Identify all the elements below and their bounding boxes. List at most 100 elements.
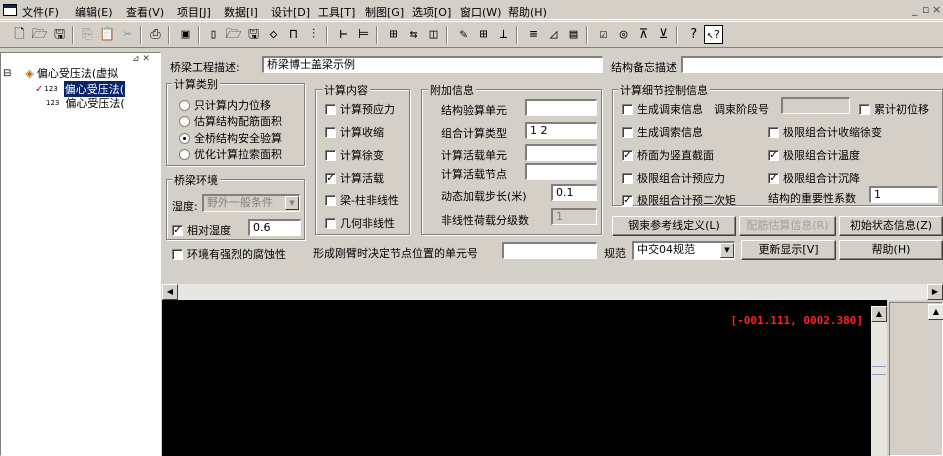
check-gen-cable[interactable]: 生成调索信息	[622, 124, 703, 140]
radio-optimize-cable[interactable]: 优化计算拉索面积	[179, 146, 282, 162]
app-icon[interactable]	[3, 4, 17, 16]
check-limit-shrink[interactable]: 极限组合计收缩徐变	[768, 124, 882, 140]
tool-a-icon[interactable]: ◇	[264, 25, 283, 44]
help-button[interactable]: 帮助(H)	[839, 240, 943, 260]
close-icon[interactable]: ×	[932, 3, 941, 16]
save-data-icon[interactable]: 🖫	[244, 25, 263, 44]
scroll-right-icon[interactable]: ▶	[927, 284, 943, 300]
scroll-left-icon[interactable]: ◀	[162, 284, 178, 300]
check-beam-column-nonlinear[interactable]: 梁-柱非线性	[325, 192, 399, 208]
menu-file[interactable]: 文件(F)	[22, 4, 59, 20]
rigid-arm-node-input[interactable]	[502, 242, 597, 259]
live-load-node-input[interactable]	[525, 163, 597, 180]
struct-icon[interactable]: ⊼	[634, 25, 653, 44]
check-creep[interactable]: 计算徐变	[325, 147, 384, 163]
project-desc-input[interactable]: 桥梁博士盖梁示例	[262, 56, 603, 73]
section-icon[interactable]: ⊨	[354, 25, 373, 44]
tree-item[interactable]: 123 偏心受压法(	[46, 95, 125, 111]
check-geometric-nonlinear[interactable]: 几何非线性	[325, 215, 395, 231]
window-icon[interactable]: ▤	[564, 25, 583, 44]
check-element-input[interactable]	[525, 99, 597, 116]
chart-icon[interactable]: ◿	[544, 25, 563, 44]
check-limit-temp[interactable]: ✓ 极限组合计温度	[768, 147, 860, 163]
load-icon[interactable]: ⊥	[494, 25, 513, 44]
open-data-icon[interactable]: 🗁	[224, 25, 243, 44]
check-vertical-section[interactable]: ✓ 桥面为竖直截面	[622, 147, 714, 163]
check-live-load[interactable]: ✓ 计算活载	[325, 170, 384, 186]
beam-icon[interactable]: ⊢	[334, 25, 353, 44]
importance-input[interactable]: 1	[869, 186, 938, 203]
menu-project[interactable]: 项目[J]	[177, 4, 211, 20]
combo-type-input[interactable]: 1 2	[525, 122, 597, 139]
grid-icon[interactable]: ⊞	[384, 25, 403, 44]
console-scrollbar[interactable]: ▲	[871, 306, 887, 456]
support-icon[interactable]: ⊻	[654, 25, 673, 44]
code-select[interactable]: 中交04规范 ▼	[632, 241, 735, 260]
menu-edit[interactable]: 编辑(E)	[75, 4, 113, 20]
menu-bar: 文件(F) 编辑(E) 查看(V) 项目[J] 数据[I] 设计[D] 工具[T…	[0, 0, 943, 20]
help-icon[interactable]: ?	[684, 25, 703, 44]
relative-humidity-check[interactable]: ✓ 相对湿度	[172, 222, 231, 238]
copy-icon[interactable]: ⎘	[78, 25, 97, 44]
menu-design[interactable]: 设计[D]	[271, 4, 310, 20]
context-help-icon[interactable]: ↖?	[704, 25, 723, 44]
rebar-estimate-button[interactable]: 配筋估算信息(R)	[739, 216, 836, 236]
scroll-thumb[interactable]	[872, 366, 886, 375]
horizontal-scrollbar[interactable]: ◀ ▶	[162, 284, 943, 300]
preview-icon[interactable]: ▣	[176, 25, 195, 44]
radio-estimate-rebar[interactable]: 估算结构配筋面积	[179, 113, 282, 129]
menu-data[interactable]: 数据[I]	[224, 4, 258, 20]
check-shrinkage[interactable]: 计算收缩	[325, 124, 384, 140]
scroll-up-icon[interactable]: ▲	[928, 304, 943, 320]
check-icon[interactable]: ☑	[594, 25, 613, 44]
init-state-button[interactable]: 初始状态信息(Z)	[839, 216, 943, 236]
tree-root-row[interactable]: ⊟ ◈ 偏心受压法(虚拟	[3, 65, 118, 81]
edit-icon[interactable]: ✎	[454, 25, 473, 44]
open-folder-icon[interactable]: 🗁	[30, 25, 49, 44]
collapse-icon[interactable]: ⊟	[3, 68, 11, 79]
lines-icon[interactable]: ≡	[524, 25, 543, 44]
print-icon[interactable]: ⎙	[146, 25, 165, 44]
corrosion-check[interactable]: 环境有强烈的腐蚀性	[172, 246, 286, 262]
relative-humidity-input[interactable]: 0.6	[248, 219, 301, 236]
link-icon[interactable]: ⇆	[404, 25, 423, 44]
split-icon[interactable]: ◫	[424, 25, 443, 44]
menu-tools[interactable]: 工具[T]	[318, 4, 355, 20]
menu-draw[interactable]: 制图[G]	[365, 4, 404, 20]
minimize-icon[interactable]: _	[912, 3, 918, 16]
tree-dock-icon[interactable]: ⊿ ✕	[132, 54, 150, 64]
check-gen-adjust[interactable]: 生成调束信息	[622, 101, 703, 117]
chevron-down-icon[interactable]: ▼	[720, 243, 734, 258]
cut-icon[interactable]: ✂	[118, 25, 137, 44]
radio-internal-force[interactable]: 只计算内力位移	[179, 97, 271, 113]
memo-input[interactable]	[681, 56, 943, 73]
check-cumulative-disp[interactable]: 累计初位移	[859, 101, 929, 117]
menu-window[interactable]: 窗口(W)	[460, 4, 501, 20]
toolbar-separator	[446, 26, 448, 44]
refresh-display-button[interactable]: 更新显示[V]	[741, 240, 836, 260]
tool-c-icon[interactable]: ⫶	[304, 25, 323, 44]
live-load-element-input[interactable]	[525, 144, 597, 161]
menu-help[interactable]: 帮助(H)	[508, 4, 547, 20]
menu-view[interactable]: 查看(V)	[126, 4, 164, 20]
steel-ref-button[interactable]: 钢束参考线定义(L)	[612, 216, 736, 236]
graphics-console[interactable]: [-001.111, 0002.380]	[162, 300, 887, 456]
check-limit-prestress[interactable]: 极限组合计预应力	[622, 170, 725, 186]
project-tree[interactable]: ⊿ ✕ ⊟ ◈ 偏心受压法(虚拟 ✓ 123 偏心受压法( 123 偏心受压法(	[1, 53, 160, 456]
radio-full-check[interactable]: 全桥结构安全验算	[179, 130, 282, 146]
table-icon[interactable]: ⊞	[474, 25, 493, 44]
save-icon[interactable]: 🖫	[50, 25, 69, 44]
doc-icon[interactable]: ▯	[204, 25, 223, 44]
tree-root-label: 偏心受压法(虚拟	[36, 67, 119, 80]
check-limit-settle[interactable]: ✓ 极限组合计沉降	[768, 170, 860, 186]
scroll-up-icon[interactable]: ▲	[871, 306, 887, 322]
target-icon[interactable]: ◎	[614, 25, 633, 44]
menu-options[interactable]: 选项[O]	[412, 4, 451, 20]
dynamic-step-input[interactable]: 0.1	[551, 184, 597, 201]
paste-icon[interactable]: 📋	[98, 25, 117, 44]
tool-b-icon[interactable]: ⊓	[284, 25, 303, 44]
check-prestress[interactable]: 计算预应力	[325, 101, 395, 117]
check-limit-secondary[interactable]: ✓ 极限组合计预二次矩	[622, 192, 736, 208]
new-file-icon[interactable]: 🗋	[10, 25, 29, 44]
restore-icon[interactable]: ▫	[922, 3, 929, 16]
